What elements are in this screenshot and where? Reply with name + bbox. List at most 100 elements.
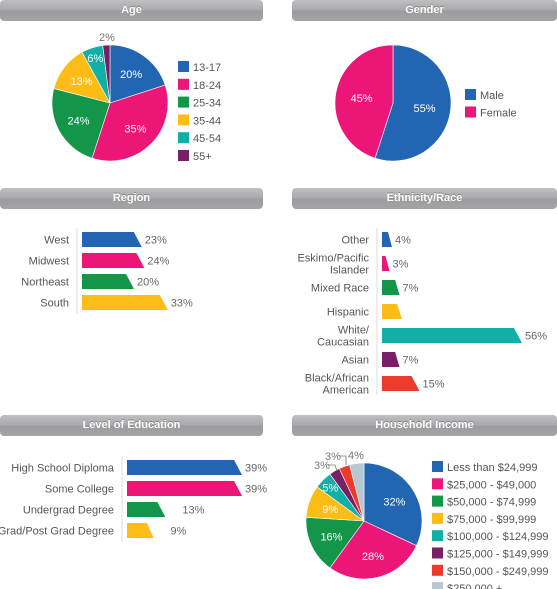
education-bars: High School Diploma 39% Some College 39% Und…	[0, 456, 267, 542]
charts-canvas: 20% 35% 24% 13% 6% 2% 13-17 18-24 25-34 35-44 45-5…	[0, 32, 549, 589]
legend-label: Less than $24,999	[447, 462, 538, 474]
ethnicity-value-label: 4%	[395, 235, 411, 247]
age-pie: 20% 35% 24% 13% 6% 2%	[51, 32, 169, 162]
age-slice-label: 6%	[87, 53, 103, 65]
education-bar	[127, 523, 154, 538]
gender-legend: Male Female	[465, 89, 517, 120]
education-value-label: 13%	[182, 505, 204, 517]
ethnicity-value-label: 56%	[525, 331, 547, 343]
region-category-label: West	[44, 235, 69, 247]
ethnicity-bar	[382, 280, 400, 295]
legend-label: 45-54	[193, 133, 221, 145]
ethnicity-value-label: 15%	[423, 379, 445, 391]
region-category-label: South	[40, 298, 69, 310]
legend-swatch	[178, 150, 189, 161]
legend-label: 55+	[193, 151, 212, 163]
income-slice-label: 16%	[320, 531, 342, 543]
income-slice-label: 4%	[348, 450, 364, 462]
legend-swatch	[178, 114, 189, 126]
region-category-label: Midwest	[29, 256, 69, 268]
legend-swatch	[178, 61, 189, 72]
ethnicity-value-label: 3%	[393, 259, 409, 271]
ethnicity-category-label: Islander	[330, 265, 369, 277]
region-bar	[82, 274, 134, 289]
legend-swatch	[432, 478, 443, 490]
legend-label: $50,000 - $74,999	[447, 497, 536, 509]
legend-swatch	[432, 461, 443, 472]
legend-label: Male	[480, 90, 504, 102]
region-value-label: 33%	[171, 298, 193, 310]
legend-label: $75,000 - $99,999	[447, 514, 536, 526]
legend-label: 35-44	[193, 115, 221, 127]
legend-label: 18-24	[193, 80, 221, 92]
ethnicity-bar	[382, 352, 400, 367]
legend-swatch	[465, 89, 476, 100]
gender-slice-label: 45%	[350, 93, 372, 105]
income-slice-label: 5%	[322, 482, 338, 494]
education-value-label: 39%	[245, 484, 267, 496]
income-slice-label: 32%	[383, 497, 405, 509]
legend-label: $150,000 - $249,999	[447, 566, 549, 578]
ethnicity-category-label: Hispanic	[327, 307, 370, 319]
region-value-label: 24%	[147, 256, 169, 268]
legend-swatch	[178, 96, 189, 108]
education-category-label: Some College	[45, 484, 114, 496]
legend-label: $100,000 - $124,999	[447, 531, 549, 543]
education-bar	[127, 481, 243, 496]
ethnicity-category-label: Caucasian	[317, 337, 369, 349]
region-bar	[82, 232, 142, 247]
income-slice-label: 9%	[322, 504, 338, 516]
region-category-label: Northeast	[21, 277, 69, 289]
education-value-label: 39%	[245, 463, 267, 475]
region-value-label: 20%	[137, 277, 159, 289]
region-bar	[82, 253, 145, 268]
ethnicity-value-label: 7%	[403, 355, 419, 367]
legend-swatch	[178, 78, 189, 90]
ethnicity-bars: Other 4% Eskimo/PacificIslander 3% Mixed Rac…	[297, 228, 547, 397]
ethnicity-bar	[382, 304, 402, 319]
ethnicity-bar	[382, 328, 522, 343]
education-category-label: High School Diploma	[11, 463, 115, 475]
region-bars: West 23% Midwest 24% Northeast 20% South 33%	[21, 228, 193, 314]
income-slice-label: 3%	[325, 451, 341, 463]
ethnicity-category-label: White/	[338, 325, 370, 337]
legend-swatch	[432, 582, 443, 589]
legend-label: 25-34	[193, 98, 221, 110]
gender-pie: 55% 45%	[334, 44, 452, 162]
legend-swatch	[432, 530, 443, 542]
education-value-label: 9%	[171, 526, 187, 538]
ethnicity-category-label: Eskimo/Pacific	[297, 253, 369, 265]
legend-label: $25,000 - $49,000	[447, 479, 536, 491]
gender-slice-label: 55%	[413, 103, 435, 115]
ethnicity-bar	[382, 232, 392, 247]
education-bar	[127, 502, 166, 517]
legend-swatch	[432, 512, 443, 524]
age-slice-label: 13%	[71, 76, 93, 88]
legend-swatch	[432, 547, 443, 559]
ethnicity-category-label: American	[323, 385, 369, 397]
legend-label: $250,000 +	[447, 583, 502, 589]
ethnicity-bar	[382, 376, 420, 391]
education-bar	[127, 460, 243, 475]
ethnicity-category-label: Other	[341, 235, 369, 247]
income-slice-label: 28%	[362, 551, 384, 563]
legend-label: $125,000 - $149,999	[447, 549, 549, 561]
age-slice-label: 2%	[99, 32, 115, 44]
age-legend: 13-17 18-24 25-34 35-44 45-54 55+	[178, 61, 221, 163]
ethnicity-category-label: Asian	[341, 355, 369, 367]
ethnicity-category-label: Mixed Race	[311, 283, 369, 295]
age-slice-label: 35%	[124, 123, 146, 135]
legend-label: 13-17	[193, 62, 221, 74]
legend-label: Female	[480, 108, 517, 120]
age-slice-label: 24%	[67, 115, 89, 127]
legend-swatch	[178, 132, 189, 144]
income-pie: 32%28%16%9%5%3%3% 4%	[305, 450, 423, 580]
income-legend: Less than $24,999 $25,000 - $49,000 $50,00…	[432, 461, 549, 589]
education-category-label: Grad/Post Grad Degree	[0, 526, 114, 538]
age-slice-label: 20%	[120, 69, 142, 81]
ethnicity-bar	[382, 256, 390, 271]
ethnicity-category-label: Black/African	[305, 373, 369, 385]
ethnicity-value-label: 7%	[403, 283, 419, 295]
education-category-label: Undergrad Degree	[23, 505, 114, 517]
region-bar	[82, 295, 168, 310]
